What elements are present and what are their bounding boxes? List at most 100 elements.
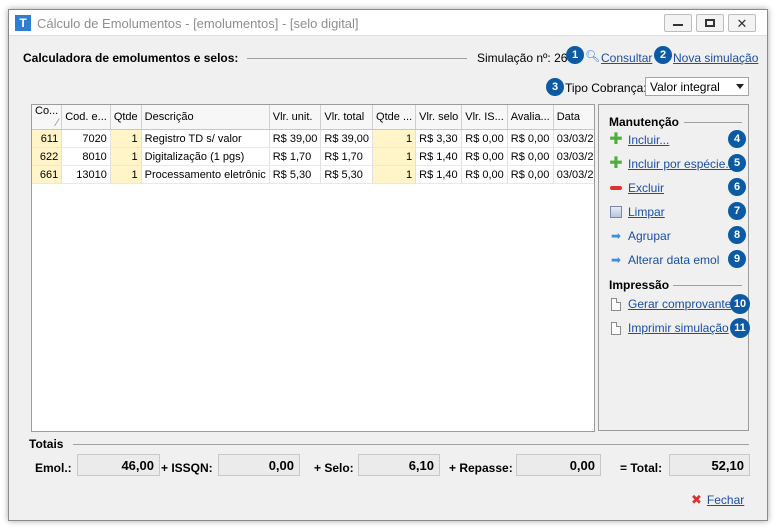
cell-descricao: Processamento eletrônic <box>141 165 270 184</box>
cell-data: 03/03/2 <box>553 129 594 148</box>
limpar-action[interactable]: Limpar <box>609 204 665 220</box>
cell-cod-emol: 8010 <box>61 147 111 166</box>
incluir-por-especie-link[interactable]: Incluir por espécie... <box>628 157 735 171</box>
badge-4: 4 <box>728 130 746 148</box>
minimize-button[interactable] <box>664 14 692 32</box>
search-icon[interactable]: 🔍︎ <box>585 49 600 63</box>
badge-9: 9 <box>728 250 746 268</box>
incluir-action[interactable]: ✚ Incluir... <box>609 132 669 148</box>
badge-3: 3 <box>546 78 564 96</box>
minus-icon <box>610 186 622 190</box>
total-value: 52,10 <box>669 454 750 476</box>
gerar-comprovante-link[interactable]: Gerar comprovante <box>628 297 731 311</box>
col-header-cod-emol[interactable]: Cod. e... <box>61 105 111 130</box>
manutencao-divider <box>684 122 742 123</box>
consultar-link[interactable]: Consultar <box>601 51 652 65</box>
total-label: = Total: <box>620 461 663 475</box>
emolumentos-grid[interactable]: Co... ⁄ Cod. e... Qtde Descrição Vlr. un… <box>31 104 595 432</box>
impressao-title: Impressão <box>609 278 670 292</box>
table-row[interactable]: 611 7020 1 Registro TD s/ valor R$ 39,00… <box>32 129 594 148</box>
limpar-link[interactable]: Limpar <box>628 205 665 219</box>
clear-icon <box>610 206 622 218</box>
table-row[interactable]: 661 13010 1 Processamento eletrônic R$ 5… <box>32 165 594 184</box>
tipo-cobranca-value: Valor integral <box>650 80 720 94</box>
maximize-icon <box>705 19 715 27</box>
maximize-button[interactable] <box>696 14 724 32</box>
cell-vlr-selo: R$ 1,40 <box>415 147 463 166</box>
selo-label: + Selo: <box>314 461 354 475</box>
col-header-qtde[interactable]: Qtde <box>110 105 142 130</box>
cell-codigo: 622 <box>32 147 63 166</box>
cell-vlr-iss: R$ 0,00 <box>461 165 508 184</box>
actions-panel: Manutenção ✚ Incluir... 4 ✚ Incluir por … <box>598 104 750 431</box>
document-icon <box>611 297 621 311</box>
col-header-vlr-iss[interactable]: Vlr. IS... <box>461 105 508 130</box>
cell-descricao: Digitalização (1 pgs) <box>141 147 270 166</box>
close-window-button[interactable]: ✕ <box>728 14 756 32</box>
emolumentos-table: Co... ⁄ Cod. e... Qtde Descrição Vlr. un… <box>32 105 594 184</box>
col-header-vlr-unit[interactable]: Vlr. unit. <box>269 105 322 130</box>
cell-qtde: 1 <box>110 147 142 166</box>
table-row[interactable]: 622 8010 1 Digitalização (1 pgs) R$ 1,70… <box>32 147 594 166</box>
col-header-vlr-selo[interactable]: Vlr. selo <box>415 105 463 130</box>
cell-vlr-unit: R$ 1,70 <box>269 147 322 166</box>
badge-5: 5 <box>728 154 746 172</box>
tipo-cobranca-select[interactable]: Valor integral <box>645 77 749 96</box>
incluir-link[interactable]: Incluir... <box>628 133 669 147</box>
totais-title: Totais <box>29 437 64 451</box>
col-header-descricao[interactable]: Descrição <box>141 105 270 130</box>
arrow-right-icon: ➡ <box>610 253 622 267</box>
emol-value: 46,00 <box>77 454 160 476</box>
sort-asc-icon: ⁄ <box>56 117 59 129</box>
header-divider <box>247 58 467 59</box>
cell-data: 03/03/2 <box>553 147 594 166</box>
fechar-button[interactable]: ✖ Fechar <box>691 492 744 508</box>
gerar-comprovante-action[interactable]: Gerar comprovante <box>609 296 731 312</box>
window-title: Cálculo de Emolumentos - [emolumentos] -… <box>37 16 359 31</box>
nova-simulacao-link[interactable]: Nova simulação <box>673 51 758 65</box>
chevron-down-icon <box>736 84 744 89</box>
cell-codigo: 661 <box>32 165 63 184</box>
col-header-avaliacao[interactable]: Avalia... <box>507 105 554 130</box>
imprimir-simulacao-link[interactable]: Imprimir simulação <box>628 321 729 335</box>
cell-qtde-selo: 1 <box>372 147 417 166</box>
table-header-row: Co... ⁄ Cod. e... Qtde Descrição Vlr. un… <box>32 105 594 130</box>
cell-vlr-selo: R$ 3,30 <box>415 129 463 148</box>
cell-vlr-unit: R$ 39,00 <box>269 129 322 148</box>
close-icon: ✕ <box>736 15 748 31</box>
selo-value: 6,10 <box>358 454 440 476</box>
agrupar-link[interactable]: Agrupar <box>628 229 671 243</box>
badge-11: 11 <box>730 318 750 338</box>
imprimir-simulacao-action[interactable]: Imprimir simulação <box>609 320 729 336</box>
cell-qtde: 1 <box>110 129 142 148</box>
badge-1: 1 <box>566 46 584 64</box>
cell-cod-emol: 13010 <box>61 165 111 184</box>
alterar-data-link[interactable]: Alterar data emol <box>628 253 719 267</box>
col-header-codigo[interactable]: Co... ⁄ <box>32 105 63 130</box>
excluir-action[interactable]: Excluir <box>609 180 664 196</box>
cell-vlr-unit: R$ 5,30 <box>269 165 322 184</box>
alterar-data-action[interactable]: ➡ Alterar data emol <box>609 252 719 268</box>
app-icon: T <box>15 15 31 31</box>
agrupar-action[interactable]: ➡ Agrupar <box>609 228 671 244</box>
col-header-qtde-selo[interactable]: Qtde ... <box>372 105 417 130</box>
cell-vlr-iss: R$ 0,00 <box>461 147 508 166</box>
col-header-data[interactable]: Data <box>553 105 594 130</box>
tipo-cobranca-label: Tipo Cobrança: <box>565 81 647 95</box>
issqn-value: 0,00 <box>218 454 300 476</box>
cell-qtde-selo: 1 <box>372 129 417 148</box>
col-header-vlr-total[interactable]: Vlr. total <box>320 105 374 130</box>
excluir-link[interactable]: Excluir <box>628 181 664 195</box>
cell-descricao: Registro TD s/ valor <box>141 129 270 148</box>
title-bar: T Cálculo de Emolumentos - [emolumentos]… <box>9 10 767 36</box>
calculator-section-title: Calculadora de emolumentos e selos: <box>23 51 239 65</box>
cell-vlr-total: R$ 39,00 <box>320 129 374 148</box>
minimize-icon <box>673 24 683 26</box>
cell-vlr-total: R$ 5,30 <box>320 165 374 184</box>
cell-codigo: 611 <box>32 129 63 148</box>
incluir-por-especie-action[interactable]: ✚ Incluir por espécie... <box>609 156 735 172</box>
cell-vlr-total: R$ 1,70 <box>320 147 374 166</box>
emol-label: Emol.: <box>35 461 72 475</box>
fechar-link[interactable]: Fechar <box>707 493 744 507</box>
close-red-icon: ✖ <box>691 492 702 507</box>
